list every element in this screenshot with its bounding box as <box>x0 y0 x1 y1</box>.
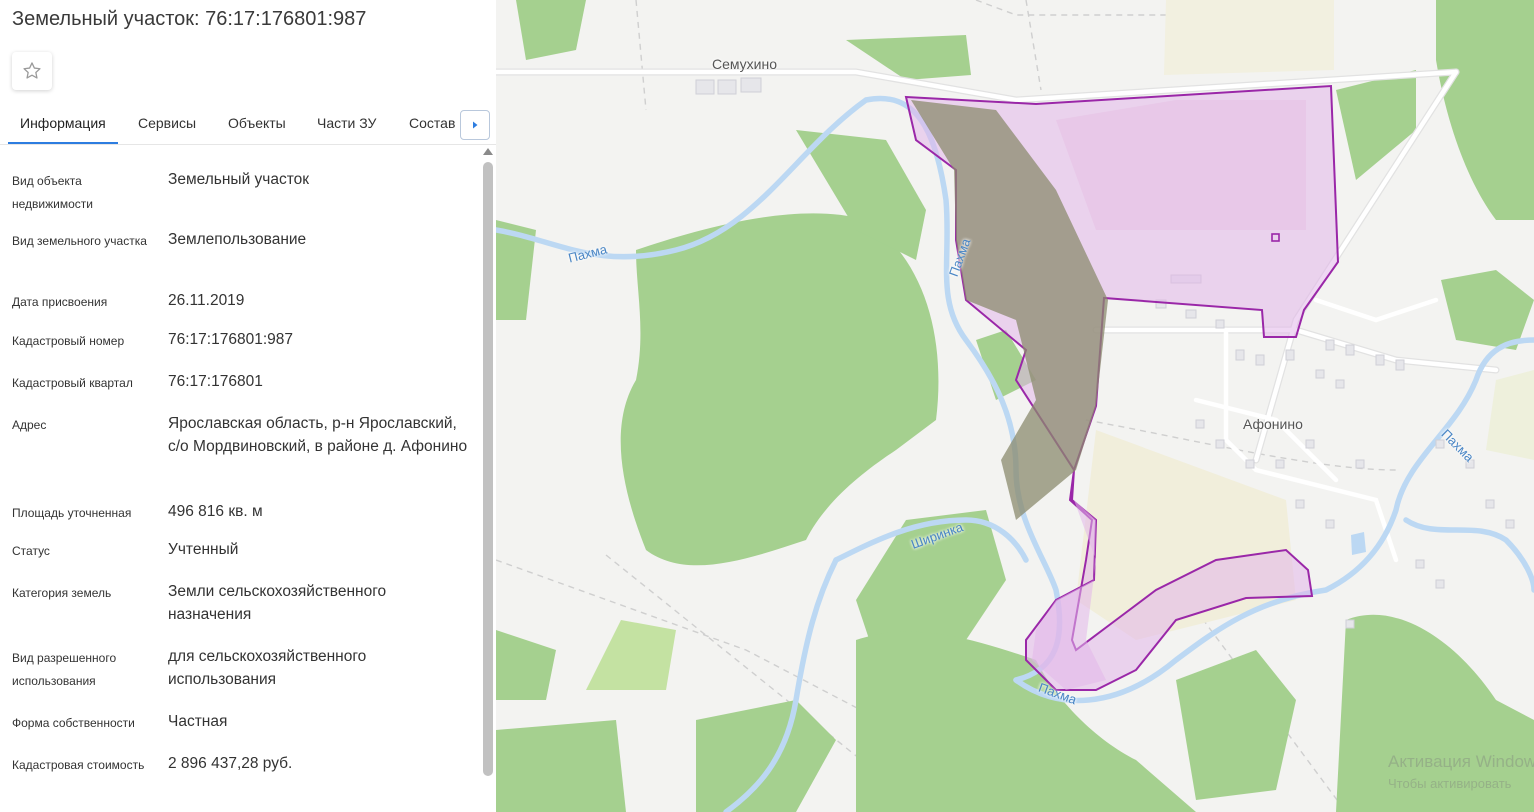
row-label-cadastral-number: Кадастровый номер <box>12 334 125 348</box>
map-forest <box>496 720 626 812</box>
info-panel: Земельный участок: 76:17:176801:987 Инфо… <box>0 0 496 812</box>
map-view[interactable]: Семухино Афонино Пахма Пахма Ширинка Пах… <box>496 0 1534 812</box>
row-value-cadastral-value: 2 896 437,28 руб. <box>168 755 293 772</box>
row-label-status: Статус <box>12 544 50 558</box>
row-label-cadastral-block: Кадастровый квартал <box>12 376 133 390</box>
row-value-object-type: Земельный участок <box>168 171 310 188</box>
row-value-address: Ярославская область, р-н Ярославский, с/… <box>168 415 468 455</box>
row-value-status: Учтенный <box>168 541 239 558</box>
panel-scrollbar[interactable] <box>482 148 494 812</box>
windows-activation-subtext: Чтобы активировать <box>1388 776 1512 791</box>
star-icon <box>23 62 41 79</box>
row-label-address: Адрес <box>12 418 47 432</box>
row-value-cadastral-block: 76:17:176801 <box>168 373 263 390</box>
map-forest <box>516 0 586 60</box>
row-label-permitted-use: Вид разрешенного использования <box>12 651 117 688</box>
map-canvas[interactable] <box>496 0 1534 812</box>
map-forest <box>1336 70 1416 180</box>
place-label-afonino: Афонино <box>1243 416 1303 432</box>
tab-services[interactable]: Сервисы <box>138 104 196 142</box>
tab-objects[interactable]: Объекты <box>228 104 286 142</box>
row-value-land-category: Земли сельскохозяйственного назначения <box>168 583 387 623</box>
map-meadow <box>586 620 676 690</box>
map-forest <box>696 700 836 812</box>
map-forest <box>1441 270 1534 350</box>
windows-activation-watermark: Активация Windows <box>1388 752 1534 771</box>
map-pond <box>1351 532 1366 555</box>
scroll-up-arrow[interactable] <box>483 148 493 155</box>
tab-info[interactable]: Информация <box>8 104 118 144</box>
page-title: Земельный участок: 76:17:176801:987 <box>12 8 367 30</box>
map-forest <box>1436 0 1534 220</box>
tabs-next-button[interactable] <box>460 110 490 140</box>
row-value-assign-date: 26.11.2019 <box>168 292 245 309</box>
place-label-semukhino: Семухино <box>712 56 778 72</box>
row-value-permitted-use: для сельскохозяйственного использования <box>168 648 367 688</box>
row-value-area: 496 816 кв. м <box>168 503 263 520</box>
map-forest <box>1176 650 1296 800</box>
map-forest <box>620 213 939 566</box>
row-label-object-type: Вид объекта недвижимости <box>12 174 93 211</box>
row-label-land-category: Категория земель <box>12 586 112 600</box>
row-label-assign-date: Дата присвоения <box>12 295 108 309</box>
favorite-button[interactable] <box>12 52 52 90</box>
map-field <box>1164 0 1334 75</box>
map-field <box>1486 370 1534 460</box>
caret-right-icon <box>473 121 478 129</box>
row-label-area: Площадь уточненная <box>12 506 132 520</box>
row-label-cadastral-value: Кадастровая стоимость <box>12 758 145 772</box>
tab-composition[interactable]: Состав <box>409 104 455 142</box>
tab-bar: Информация Сервисы Объекты Части ЗУ Сост… <box>0 104 496 145</box>
map-forest <box>496 630 556 700</box>
row-value-ownership: Частная <box>168 713 228 730</box>
scroll-thumb[interactable] <box>483 162 493 776</box>
row-value-cadastral-number: 76:17:176801:987 <box>168 331 293 348</box>
row-value-parcel-type: Землепользование <box>168 231 307 248</box>
tab-parts[interactable]: Части ЗУ <box>317 104 376 142</box>
row-label-parcel-type: Вид земельного участка <box>12 234 147 248</box>
row-label-ownership: Форма собственности <box>12 716 135 730</box>
